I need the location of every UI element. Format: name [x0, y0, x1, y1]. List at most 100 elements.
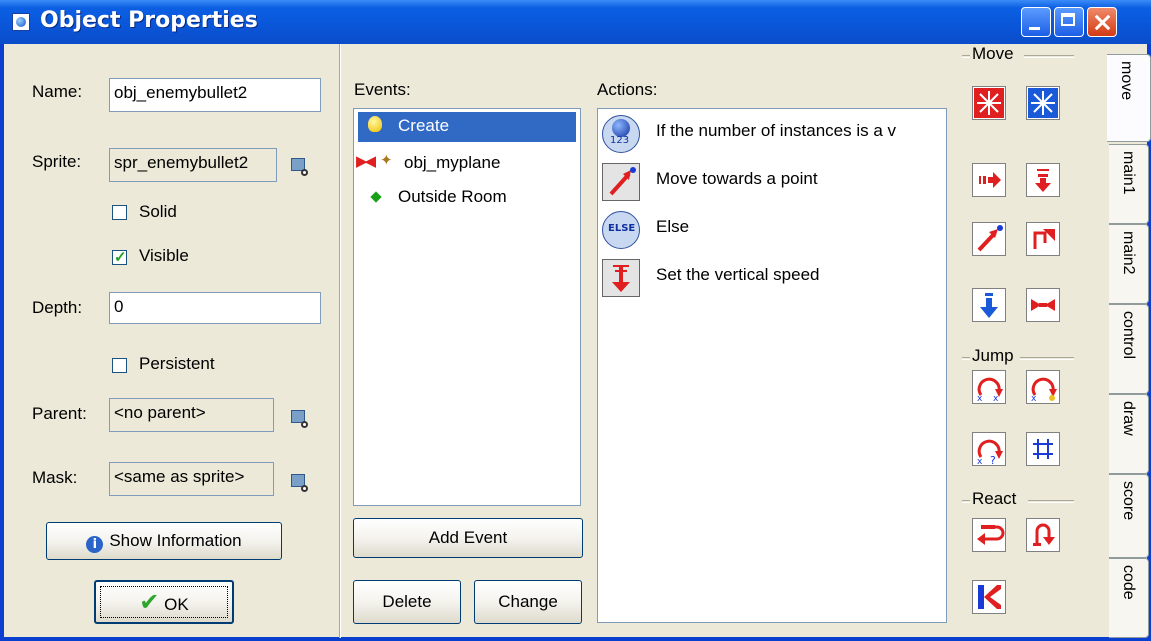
vertical-speed-icon — [602, 259, 640, 297]
tab-label: score — [1120, 481, 1137, 521]
action-palette: Move Jump xx x x ? React — [956, 44, 1109, 638]
reverse-horizontal-icon[interactable] — [1026, 288, 1060, 322]
snap-to-grid-icon[interactable] — [1026, 432, 1060, 466]
tab-label: control — [1120, 311, 1137, 360]
visible-label: Visible — [139, 246, 189, 265]
actions-list[interactable]: 123 If the number of instances is a v Mo… — [597, 108, 947, 623]
group-divider — [1028, 500, 1074, 503]
group-divider — [962, 357, 970, 360]
collision-icon: ▶◀ — [356, 152, 376, 170]
sprite-label: Sprite: — [32, 152, 82, 171]
show-information-button[interactable]: i Show Information — [46, 522, 282, 560]
tab-code[interactable]: code — [1109, 558, 1149, 638]
minimize-button[interactable] — [1021, 7, 1051, 37]
svg-text:x: x — [1031, 394, 1037, 403]
move-free-icon[interactable] — [1026, 86, 1060, 120]
tab-label: main1 — [1120, 151, 1137, 195]
tab-draw[interactable]: draw — [1109, 394, 1149, 474]
parent-select[interactable]: <no parent> — [109, 398, 274, 432]
tab-label: draw — [1120, 401, 1137, 436]
window-title: Object Properties — [40, 8, 258, 33]
wrap-around-icon[interactable] — [972, 580, 1006, 614]
tab-main1[interactable]: main1 — [1109, 144, 1149, 224]
jump-to-position-icon[interactable]: xx — [972, 370, 1006, 404]
maximize-button[interactable] — [1054, 7, 1084, 37]
tab-score[interactable]: score — [1109, 474, 1149, 558]
tab-label: code — [1120, 565, 1137, 600]
title-bar[interactable]: Object Properties — [0, 0, 1151, 44]
panel-divider — [339, 44, 341, 638]
sprite-select[interactable]: spr_enemybullet2 — [109, 148, 277, 182]
event-label: Create — [398, 116, 450, 135]
tab-control[interactable]: control — [1109, 304, 1149, 394]
path-icon[interactable] — [1026, 222, 1060, 256]
event-item-create[interactable]: Create — [358, 112, 576, 142]
group-divider — [1024, 55, 1074, 58]
action-item[interactable]: Set the vertical speed — [600, 257, 942, 301]
reverse-direction-icon[interactable] — [972, 518, 1006, 552]
event-item-collision[interactable]: ▶◀ ✦ obj_myplane — [356, 149, 576, 179]
mask-label: Mask: — [32, 468, 78, 487]
solid-checkbox[interactable] — [112, 205, 127, 220]
event-item-outside-room[interactable]: Outside Room — [358, 183, 576, 213]
ok-button[interactable]: ✔ OK — [94, 580, 234, 624]
react-group-label: React — [972, 489, 1017, 508]
palette-tabs: move main1 main2 control draw score code — [1107, 44, 1151, 638]
visible-checkbox[interactable] — [112, 248, 127, 266]
action-label: Set the vertical speed — [656, 265, 820, 284]
close-button[interactable] — [1087, 7, 1117, 37]
events-label: Events: — [354, 80, 411, 99]
action-label: If the number of instances is a v — [656, 121, 897, 140]
delete-button[interactable]: Delete — [353, 580, 461, 624]
move-down-icon[interactable] — [972, 288, 1006, 322]
group-divider — [1020, 357, 1074, 360]
jump-random-icon[interactable]: x? — [972, 432, 1006, 466]
action-label: Move towards a point — [656, 169, 818, 188]
plane-icon: ✦ — [380, 151, 393, 169]
change-button[interactable]: Change — [474, 580, 582, 624]
action-item[interactable]: Move towards a point — [600, 161, 942, 205]
solid-label: Solid — [139, 202, 177, 221]
name-input[interactable]: obj_enemybullet2 — [109, 78, 321, 112]
move-to-point-icon[interactable] — [972, 222, 1006, 256]
mask-select[interactable]: <same as sprite> — [109, 462, 274, 496]
tab-main2[interactable]: main2 — [1109, 224, 1149, 304]
event-label: obj_myplane — [404, 153, 501, 172]
jump-to-start-icon[interactable]: x — [1026, 370, 1060, 404]
object-properties-window: Object Properties Name: obj_enemybullet2… — [0, 0, 1151, 641]
group-divider — [962, 55, 970, 58]
window-app-icon — [12, 13, 30, 31]
svg-text:x: x — [977, 394, 983, 403]
test-instance-count-icon: 123 — [602, 115, 640, 153]
depth-input[interactable]: 0 — [109, 292, 321, 324]
show-information-label: Show Information — [109, 531, 242, 550]
event-label: Outside Room — [398, 187, 507, 206]
action-item[interactable]: 123 If the number of instances is a v — [600, 113, 942, 157]
events-list[interactable]: Create ▶◀ ✦ obj_myplane Outside Room — [353, 108, 581, 506]
move-towards-icon[interactable] — [972, 163, 1006, 197]
object-settings-panel: Name: obj_enemybullet2 Sprite: spr_enemy… — [8, 44, 339, 638]
parent-label: Parent: — [32, 404, 87, 423]
persistent-label: Persistent — [139, 354, 215, 373]
tab-label: main2 — [1120, 231, 1137, 275]
parent-browse-icon[interactable] — [290, 408, 310, 428]
depth-label: Depth: — [32, 298, 83, 317]
mask-browse-icon[interactable] — [290, 472, 310, 492]
gravity-icon[interactable] — [1026, 163, 1060, 197]
svg-text:?: ? — [990, 454, 996, 465]
move-group-label: Move — [972, 44, 1014, 63]
sprite-browse-icon[interactable] — [290, 156, 310, 176]
green-diamond-icon — [370, 191, 382, 203]
move-fixed-icon[interactable] — [972, 86, 1006, 120]
bounce-icon[interactable] — [1026, 518, 1060, 552]
persistent-checkbox[interactable] — [112, 358, 127, 373]
else-icon: ELSE — [602, 211, 640, 249]
svg-text:x: x — [993, 394, 999, 403]
tab-move[interactable]: move — [1107, 54, 1151, 142]
svg-text:x: x — [977, 457, 983, 465]
action-item[interactable]: ELSE Else — [600, 209, 942, 253]
group-divider — [962, 500, 970, 503]
add-event-button[interactable]: Add Event — [353, 518, 583, 558]
name-label-text: Name: — [32, 82, 83, 101]
jump-group-label: Jump — [972, 346, 1014, 365]
